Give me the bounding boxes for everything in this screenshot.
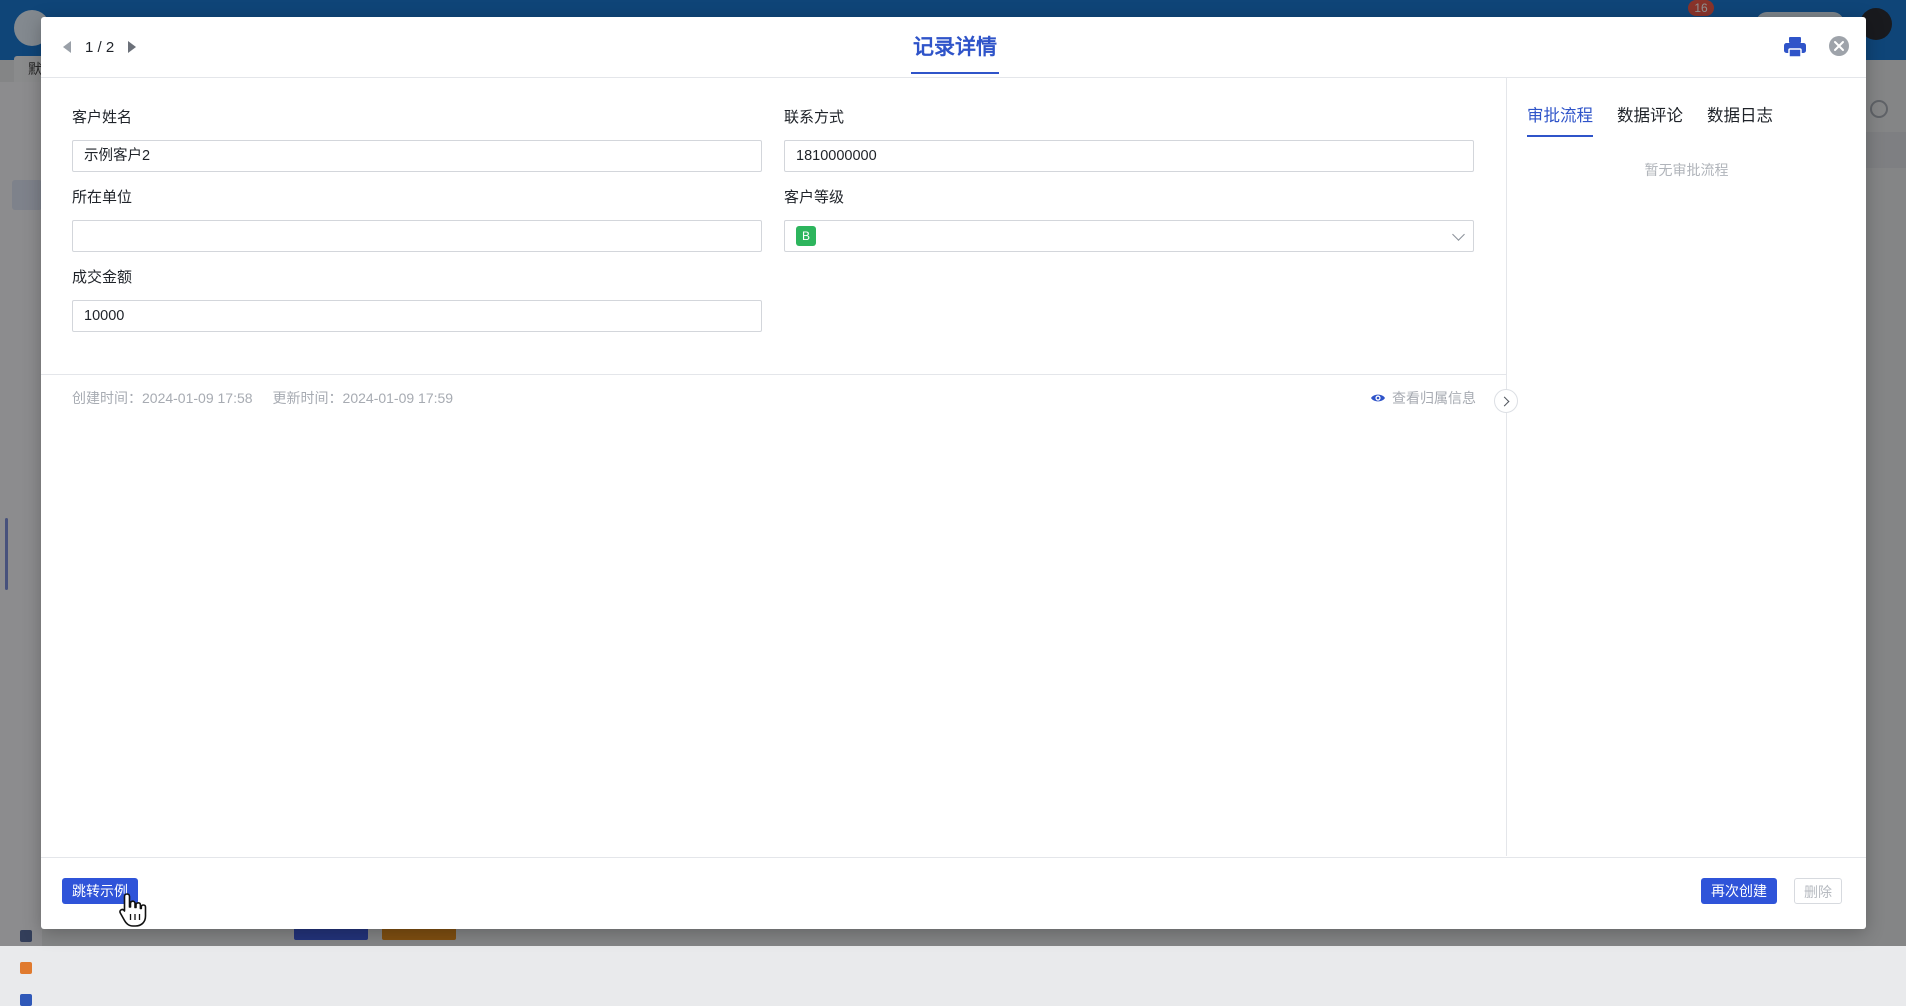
- level-tag: B: [796, 226, 816, 246]
- view-owner-link[interactable]: 查看归属信息: [1370, 388, 1476, 408]
- amount-label: 成交金额: [72, 269, 133, 286]
- record-pager: 1 / 2: [63, 35, 137, 59]
- company-input[interactable]: [72, 220, 762, 252]
- pager-text: 1 / 2: [85, 38, 115, 56]
- modal-title: 记录详情: [911, 31, 999, 74]
- customer-name-input[interactable]: 示例客户2: [72, 140, 762, 172]
- contact-label: 联系方式: [784, 109, 845, 126]
- view-owner-label: 查看归属信息: [1392, 390, 1476, 406]
- close-icon: [1829, 36, 1849, 56]
- empty-approval-text: 暂无审批流程: [1644, 162, 1729, 178]
- amount-input[interactable]: 10000: [72, 300, 762, 332]
- record-meta: 创建时间：2024-01-09 17:58 更新时间：2024-01-09 17…: [72, 388, 453, 408]
- print-icon: [1784, 37, 1806, 58]
- level-field: 客户等级 B: [784, 188, 1474, 252]
- tab-logs[interactable]: 数据日志: [1707, 102, 1773, 137]
- recreate-button[interactable]: 再次创建: [1701, 878, 1777, 904]
- folder-icon[interactable]: [20, 994, 32, 1006]
- contact-input[interactable]: 1810000000: [784, 140, 1474, 172]
- modal-footer: 跳转示例 再次创建 删除: [41, 857, 1866, 929]
- chevron-right-icon[interactable]: [1494, 389, 1518, 413]
- print-button[interactable]: [1782, 34, 1808, 60]
- company-label: 所在单位: [72, 189, 133, 206]
- record-form-panel: 客户姓名 示例客户2 联系方式 1810000000 所在单位 客户等级 B 成…: [41, 78, 1507, 856]
- tab-comments[interactable]: 数据评论: [1617, 102, 1683, 137]
- contact-field: 联系方式 1810000000: [784, 108, 1474, 172]
- hand-cursor-icon: [119, 893, 147, 927]
- close-button[interactable]: [1827, 34, 1851, 58]
- side-panel: 审批流程 数据评论 数据日志 暂无审批流程: [1507, 78, 1866, 856]
- chevron-down-icon: [1452, 228, 1465, 241]
- section-divider: [41, 374, 1506, 375]
- customer-name-field: 客户姓名 示例客户2: [72, 108, 762, 172]
- side-panel-tabs: 审批流程 数据评论 数据日志: [1527, 102, 1773, 137]
- tab-approval[interactable]: 审批流程: [1527, 102, 1593, 137]
- created-time: 创建时间：2024-01-09 17:58: [72, 390, 253, 406]
- amount-field: 成交金额 10000: [72, 268, 762, 332]
- delete-button[interactable]: 删除: [1794, 878, 1842, 904]
- next-arrow-icon[interactable]: [128, 41, 137, 53]
- prev-arrow-icon[interactable]: [63, 41, 71, 53]
- updated-time: 更新时间：2024-01-09 17:59: [272, 390, 454, 406]
- table-icon[interactable]: [20, 962, 32, 974]
- level-label: 客户等级: [784, 189, 845, 206]
- level-select[interactable]: B: [784, 220, 1474, 252]
- record-detail-modal: 1 / 2 记录详情 客户姓名 示例客户2 联系方式 1810000000 所在…: [41, 17, 1866, 929]
- eye-icon: [1371, 394, 1385, 402]
- modal-header: 1 / 2 记录详情: [41, 17, 1866, 78]
- company-field: 所在单位: [72, 188, 762, 252]
- customer-name-label: 客户姓名: [72, 109, 133, 126]
